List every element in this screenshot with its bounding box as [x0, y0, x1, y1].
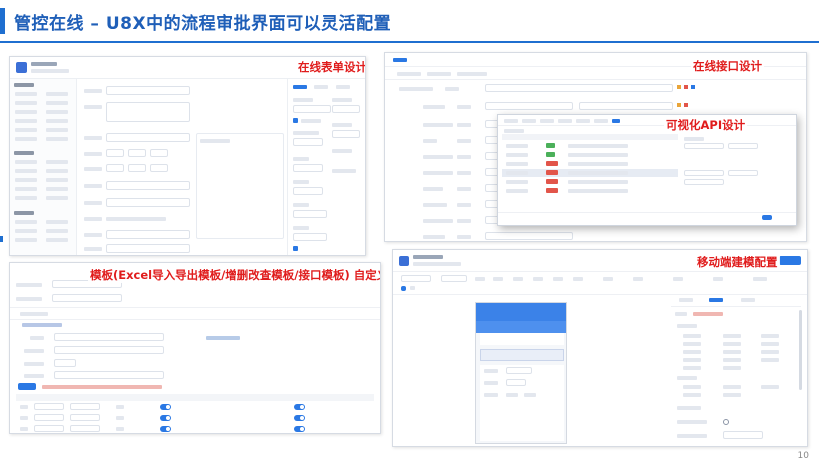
app-logo-icon: [399, 256, 409, 266]
api-designer-overlay: 可视化API设计: [497, 114, 797, 226]
component-palette: [10, 79, 77, 255]
checkbox-icon: [293, 246, 298, 251]
mobile-preview[interactable]: [475, 302, 567, 444]
side-marker: [0, 236, 3, 242]
edit-icon[interactable]: [677, 85, 681, 89]
page-number: 10: [797, 451, 809, 461]
delete-icon[interactable]: [684, 103, 688, 107]
api-design-caption: 可视化API设计: [664, 117, 748, 133]
property-panel[interactable]: [287, 79, 365, 255]
slide-title-bar: 管控在线 – U8X中的流程审批界面可以灵活配置: [0, 0, 819, 44]
edit-icon[interactable]: [677, 103, 681, 107]
confirm-button[interactable]: [762, 215, 772, 220]
mobile-config-caption: 移动端建模配置: [695, 254, 780, 270]
title-accent-bar: [0, 8, 5, 34]
interface-design-caption: 在线接口设计: [691, 58, 764, 74]
template-config-screenshot: 模板(Excel导入导出模板/增删改查模板/接口模板) 自定义配置: [9, 262, 381, 434]
save-button[interactable]: [779, 256, 801, 265]
template-config-caption: 模板(Excel导入导出模板/增删改查模板/接口模板) 自定义配置: [88, 267, 380, 283]
mobile-subheader: [476, 321, 566, 333]
form-design-caption: 在线表单设计: [296, 59, 365, 75]
form-design-screenshot: 在线表单设计: [9, 56, 366, 256]
add-icon[interactable]: [691, 85, 695, 89]
checkbox-icon: [293, 118, 298, 123]
title-divider-line: [0, 41, 819, 43]
mobile-header: [476, 303, 566, 321]
app-logo-icon: [16, 62, 27, 73]
scrollbar[interactable]: [799, 310, 802, 390]
slide-title: 管控在线 – U8X中的流程审批界面可以灵活配置: [14, 14, 392, 34]
mobile-config-screenshot: 移动端建模配置: [392, 249, 808, 447]
add-row-button[interactable]: [18, 383, 36, 390]
bold-icon[interactable]: [401, 286, 406, 291]
delete-icon[interactable]: [684, 85, 688, 89]
